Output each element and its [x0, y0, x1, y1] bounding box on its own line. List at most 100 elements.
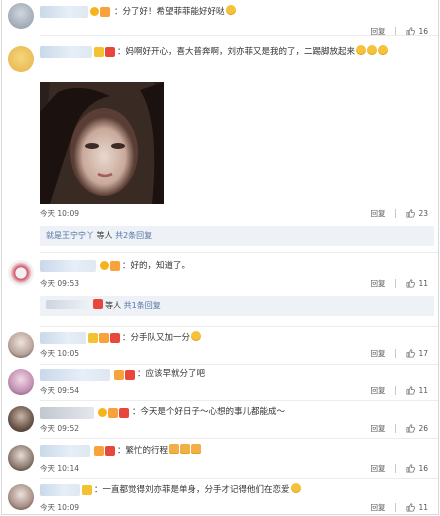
comment-item: ：一直都觉得刘亦菲是单身，分手才记得他们在恋爱 今天 10:09 回复 11 — [2, 478, 438, 514]
divider — [395, 209, 397, 218]
thumbs-up-icon — [406, 279, 416, 288]
like-button[interactable]: 23 — [406, 209, 428, 218]
shy-emoji-icon — [180, 444, 191, 454]
comment-actions: 回复 23 — [370, 208, 428, 219]
comment-list: ：分了好！希望菲菲能好好哒 回复 16 ：妈啊好开心，喜大普奔啊，刘亦菲又是我的… — [1, 0, 439, 515]
reply-button[interactable]: 回复 — [370, 423, 385, 434]
avatar[interactable] — [8, 445, 34, 471]
shy-emoji-icon — [191, 444, 202, 454]
sub-reply-suffix: 等人 — [105, 301, 122, 310]
comment-actions: 回复 11 — [370, 278, 428, 289]
comment-text: ：好的，知道了。 — [122, 261, 191, 271]
thumbs-up-icon — [406, 424, 416, 433]
like-count: 16 — [418, 464, 428, 473]
comment-text: ：分了好！希望菲菲能好好哒 — [114, 5, 236, 18]
sub-reply-suffix: 等人 — [94, 231, 113, 240]
divider — [395, 349, 397, 358]
username-blurred[interactable] — [40, 445, 90, 457]
reply-button[interactable]: 回复 — [370, 348, 385, 359]
vip-badge-icon — [98, 408, 107, 417]
sub-reply-summary[interactable]: 等人 共1条回复 — [40, 296, 434, 316]
member-badge-icon — [105, 47, 115, 57]
comment-item: ：妈啊好开心，喜大普奔啊，刘亦菲又是我的了，二踢脚放起来 今天 10:09 回复… — [2, 36, 438, 250]
grin-emoji-icon — [225, 5, 236, 15]
username-blurred[interactable] — [40, 407, 94, 419]
member-badge-icon — [92, 299, 103, 309]
user-badges — [82, 485, 92, 495]
view-replies-link[interactable]: 共2条回复 — [115, 231, 152, 240]
comment-text: ：繁忙的行程 — [117, 444, 202, 457]
avatar[interactable] — [8, 406, 34, 432]
vip-badge-icon — [100, 261, 109, 270]
reply-button[interactable]: 回复 — [370, 278, 385, 289]
cat-emoji-icon — [191, 331, 202, 341]
divider — [40, 438, 438, 439]
comment-time: 今天 10:14 — [40, 464, 79, 473]
reply-button[interactable]: 回复 — [370, 208, 385, 219]
divider — [395, 386, 397, 395]
reply-button[interactable]: 回复 — [370, 385, 385, 396]
level-badge-icon — [110, 261, 120, 271]
like-count: 11 — [418, 279, 428, 288]
like-count: 11 — [418, 503, 428, 512]
comment-item: ：应该早就分了吧 今天 09:54 回复 11 — [2, 364, 438, 400]
shy-emoji-icon — [169, 444, 180, 454]
avatar[interactable] — [8, 260, 34, 286]
avatar[interactable] — [8, 332, 34, 358]
level-badge-icon — [100, 7, 110, 17]
comment-time: 今天 09:54 — [40, 386, 79, 395]
username-blurred[interactable] — [40, 332, 86, 344]
comment-text: ：一直都觉得刘亦菲是单身，分手才记得他们在恋爱 — [94, 483, 301, 496]
comment-actions: 回复 17 — [370, 348, 428, 359]
thumbs-up-icon — [406, 464, 416, 473]
member-badge-icon — [110, 333, 120, 343]
level-badge-icon — [108, 408, 118, 418]
comment-image[interactable] — [40, 82, 164, 204]
sub-reply-summary[interactable]: 就是王宁宁丫 等人 共2条回复 — [40, 226, 434, 246]
divider — [40, 478, 438, 479]
comment-item: ：好的，知道了。 今天 09:53 回复 11 等人 共1条回复 — [2, 252, 438, 326]
user-badges — [98, 408, 129, 418]
comment-text: ：妈啊好开心，喜大普奔啊，刘亦菲又是我的了，二踢脚放起来 — [117, 45, 389, 58]
user-badges — [100, 261, 120, 271]
sub-reply-user-blurred[interactable] — [46, 300, 90, 309]
comment-text: ：应该早就分了吧 — [137, 369, 206, 379]
level-badge-icon — [114, 370, 124, 380]
laugh-emoji-icon — [356, 45, 367, 55]
avatar[interactable] — [8, 484, 34, 510]
divider — [395, 503, 397, 512]
user-badges — [88, 333, 120, 343]
like-button[interactable]: 16 — [406, 464, 428, 473]
like-button[interactable]: 11 — [406, 386, 428, 395]
username-blurred[interactable] — [40, 260, 96, 272]
like-button[interactable]: 17 — [406, 349, 428, 358]
thumbs-up-icon — [406, 503, 416, 512]
username-blurred[interactable] — [40, 484, 80, 496]
level-badge-icon — [94, 446, 104, 456]
user-badges — [94, 47, 115, 57]
thumbs-up-icon — [406, 349, 416, 358]
comment-time: 今天 10:05 — [40, 349, 79, 358]
divider — [40, 252, 438, 253]
wink-emoji-icon — [290, 483, 301, 493]
username-blurred[interactable] — [40, 6, 88, 18]
member-badge-icon — [125, 370, 135, 380]
like-button[interactable]: 26 — [406, 424, 428, 433]
avatar[interactable] — [8, 46, 34, 72]
reply-button[interactable]: 回复 — [370, 463, 385, 474]
avatar[interactable] — [8, 369, 34, 395]
comment-item: ：分手队又加一分 今天 10:05 回复 17 — [2, 326, 438, 364]
reply-button[interactable]: 回复 — [370, 502, 385, 513]
divider — [40, 326, 438, 327]
username-blurred[interactable] — [40, 369, 110, 381]
sub-reply-user[interactable]: 就是王宁宁丫 — [46, 231, 94, 240]
user-badges — [114, 370, 135, 380]
avatar[interactable] — [8, 3, 34, 29]
like-button[interactable]: 11 — [406, 279, 428, 288]
divider — [395, 279, 397, 288]
comment-text: ：今天是个好日子～心想的事儿都能成～ — [132, 407, 286, 417]
like-button[interactable]: 11 — [406, 503, 428, 512]
view-replies-link[interactable]: 共1条回复 — [124, 301, 161, 310]
username-blurred[interactable] — [40, 46, 92, 58]
thumbs-up-icon — [406, 386, 416, 395]
